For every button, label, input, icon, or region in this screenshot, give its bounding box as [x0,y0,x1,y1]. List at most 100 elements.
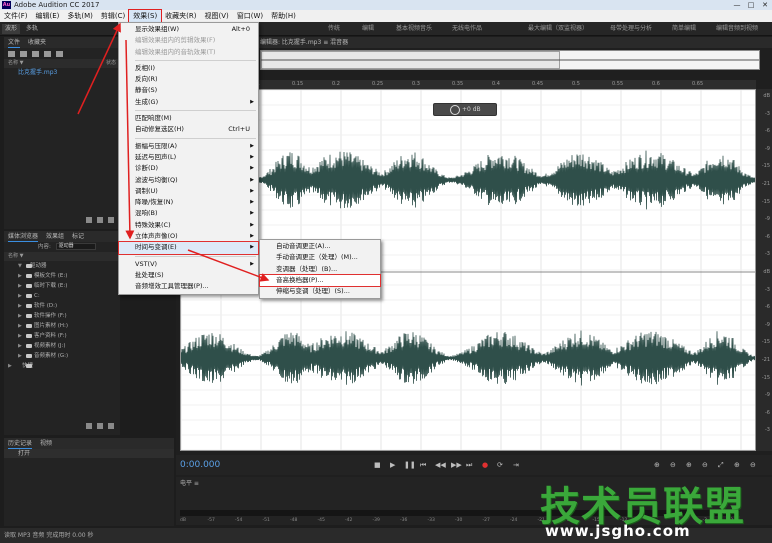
menu-item-reverse[interactable]: 反向(R) [119,74,258,85]
close-file-icon[interactable] [44,50,51,57]
submenu-item-pitch-shifter[interactable]: 音高换档器(P)... [259,273,381,288]
skip-button[interactable]: ⇥ [513,461,519,469]
drive-item[interactable]: ▶ 音频素材 (G:) [4,351,120,361]
menu-item-vst[interactable]: VST(V) ▶ [119,259,258,270]
workspace-tab[interactable]: 基本视频音乐 [396,22,432,36]
menu-item-time-pitch[interactable]: 时间与变调(E) ▶ [118,241,259,255]
col-name[interactable]: 名称 ▼ [8,60,23,66]
workspace-tab[interactable]: 母带处理与分析 [610,22,652,36]
zoom-in-time-icon[interactable]: ⊕ [686,461,692,469]
menu-help[interactable]: 帮助(H) [267,10,300,22]
fast-forward-button[interactable]: ▶▶ [451,461,462,469]
drive-item[interactable]: ▶ 软件 (D:) [4,301,120,311]
workspace-tab[interactable]: 编辑 [362,22,374,36]
workspace-tab[interactable]: 简单编辑 [672,22,696,36]
zoom-out-selection-icon[interactable]: ⊖ [750,461,756,469]
record-button[interactable]: ● [482,461,488,469]
levels-header[interactable]: 电平 ≡ [180,478,199,487]
go-to-start-button[interactable]: ⏮ [420,461,426,470]
content-dropdown[interactable]: 驱动器 [55,243,96,250]
menu-item-silence[interactable]: 静音(S) [119,85,258,96]
tab-video[interactable]: 视频 [40,438,52,449]
workspace-tab[interactable]: 传统 [328,22,340,36]
menu-item-delay-echo[interactable]: 延迟与回声(L) ▶ [119,152,258,163]
drive-item[interactable]: ▶ 临时下载 (E:) [4,281,120,291]
tab-media-browser[interactable]: 媒体浏览器 [8,231,39,242]
menu-edit[interactable]: 编辑(E) [32,10,64,22]
go-to-end-button[interactable]: ⏭ [466,461,472,470]
tab-files[interactable]: 文件 [8,37,21,48]
timecode-display[interactable]: 0:00.000 [180,460,220,470]
shortcuts-root[interactable]: ▶ 快捷 [4,361,120,371]
play-icon[interactable] [86,423,92,429]
pause-button[interactable]: ❚❚ [404,461,416,469]
play-icon[interactable] [86,217,92,223]
volume-knob-icon[interactable] [450,105,460,115]
multitrack-view-button[interactable]: 多轨 [23,24,41,34]
menu-clip[interactable]: 剪辑(C) [97,10,129,22]
loop-icon[interactable] [97,217,103,223]
autoplay-icon[interactable] [108,217,114,223]
workspace-tab[interactable]: 最大编辑（双监视器） [528,22,588,36]
menu-item-batch[interactable]: 批处理(S) [119,270,258,281]
rewind-button[interactable]: ◀◀ [435,461,446,469]
zoom-in-selection-icon[interactable]: ⊕ [734,461,740,469]
tab-effects-rack[interactable]: 效果组 [46,231,64,242]
open-file-icon[interactable] [8,50,15,57]
tab-favorites[interactable]: 收藏夹 [28,37,46,48]
submenu-item-manual-pitch[interactable]: 手动音调更正（处理）(M)... [260,252,380,263]
drive-item[interactable]: ▶ 软件操作 (F:) [4,311,120,321]
close-button[interactable]: ✕ [758,0,772,10]
menu-item-show-effects-rack[interactable]: 显示效果组(W) Alt+0 [119,24,258,35]
menu-item-invert[interactable]: 反相(I) [119,63,258,74]
zoom-full-icon[interactable]: ⤢ [718,461,724,470]
menu-view[interactable]: 视图(V) [201,10,233,22]
tab-markers[interactable]: 标记 [72,231,84,242]
menu-item-amplitude[interactable]: 振幅与压限(A) ▶ [119,141,258,152]
submenu-item-auto-pitch[interactable]: 自动音调更正(A)... [260,241,380,252]
search-icon[interactable] [56,50,63,57]
menu-item-reverb[interactable]: 混响(B) ▶ [119,208,258,219]
loop-icon[interactable] [97,423,103,429]
volume-hud[interactable]: +0 dB [433,103,497,116]
workspace-tab[interactable]: 编辑音频到视频 [716,22,758,36]
menu-item-special[interactable]: 特殊效果(C) ▶ [119,220,258,231]
menu-multitrack[interactable]: 多轨(M) [63,10,97,22]
menu-item-diagnostics[interactable]: 诊断(D) ▶ [119,163,258,174]
drive-item[interactable]: ▶ 视频素材 (J:) [4,341,120,351]
drive-item[interactable]: ▶ 模板文件 (E:) [4,271,120,281]
menu-item-auto-heal[interactable]: 自动修复选区(H) Ctrl+U [119,124,258,135]
menu-item-filter-eq[interactable]: 滤波与均衡(Q) ▶ [119,175,258,186]
submenu-item-pitch-bender[interactable]: 变调器（处理）(B)... [260,264,380,275]
col-status[interactable]: 状态 [106,59,116,68]
import-icon[interactable] [20,50,27,57]
workspace-tab[interactable]: 无线电作品 [452,22,482,36]
menu-favorites[interactable]: 收藏夹(R) [161,10,200,22]
menu-effects[interactable]: 效果(S) [128,9,163,23]
minimize-button[interactable]: — [730,0,744,10]
menu-window[interactable]: 窗口(W) [233,10,267,22]
loop-button[interactable]: ⟳ [497,461,503,469]
menu-item-modulation[interactable]: 调制(U) ▶ [119,186,258,197]
file-item[interactable]: 比克握手.mp3 [4,68,120,77]
zoom-in-amplitude-icon[interactable]: ⊕ [654,461,660,469]
menu-item-noise-reduction[interactable]: 降噪/恢复(N) ▶ [119,197,258,208]
zoom-out-amplitude-icon[interactable]: ⊖ [670,461,676,469]
menu-file[interactable]: 文件(F) [0,10,32,22]
menu-item-stereo-imagery[interactable]: 立体声声像(O) ▶ [119,231,258,242]
submenu-item-stretch-pitch[interactable]: 伸缩与变调（处理）(S)... [260,286,380,297]
col-name[interactable]: 名称 ▼ [4,252,120,261]
editor-header[interactable]: 编辑器: 比克握手.mp3 ≡ 混音器 [176,37,772,48]
menu-item-plugin-manager[interactable]: 音频增效工具管理器(P)... [119,281,258,292]
history-item[interactable]: 打开 [4,449,174,458]
zoom-out-time-icon[interactable]: ⊖ [702,461,708,469]
autoplay-icon[interactable] [108,423,114,429]
menu-item-generate[interactable]: 生成(G) ▶ [119,97,258,108]
new-file-icon[interactable] [32,50,39,57]
waveform-overview[interactable] [260,50,760,70]
drives-root[interactable]: ▼ 驱动器 [4,261,120,271]
play-button[interactable]: ▶ [390,461,395,469]
drive-item[interactable]: ▶ C: [4,291,120,301]
tab-history[interactable]: 历史记录 [8,438,33,449]
menu-item-match-loudness[interactable]: 匹配响度(M) [119,113,258,124]
